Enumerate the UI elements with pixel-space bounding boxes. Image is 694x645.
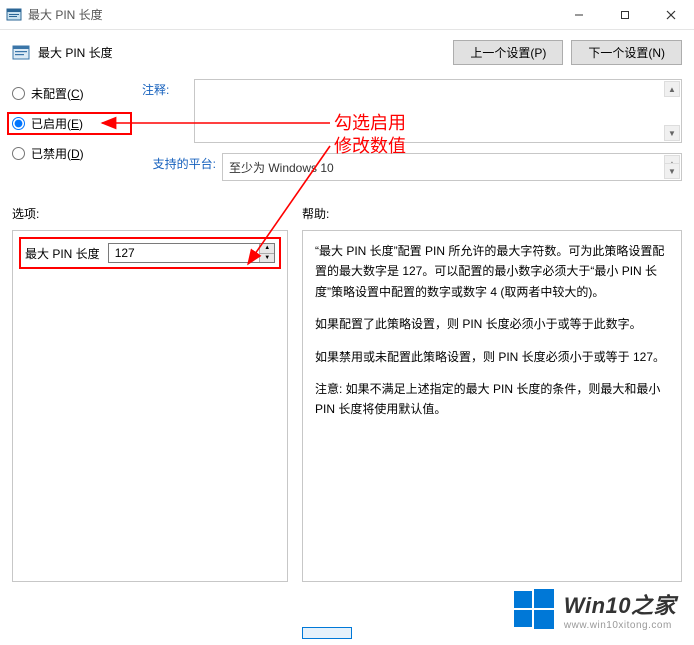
help-label: 帮助:	[302, 205, 329, 222]
scroll-up-icon[interactable]: ▲	[664, 81, 680, 97]
scroll-down-icon[interactable]: ▼	[664, 125, 680, 141]
spinner-down-icon[interactable]: ▼	[260, 254, 274, 263]
minimize-button[interactable]	[556, 0, 602, 29]
max-pin-length-spinner[interactable]: ▲ ▼	[108, 243, 275, 263]
radio-not-configured[interactable]: 未配置(C)	[12, 85, 132, 102]
policy-icon	[12, 44, 30, 62]
radio-enabled[interactable]: 已启用(E)	[12, 115, 127, 132]
help-paragraph: 如果配置了此策略设置，则 PIN 长度必须小于或等于此数字。	[315, 314, 669, 334]
comment-label: 注释:	[142, 79, 188, 98]
options-label: 选项:	[12, 205, 302, 222]
radio-not-configured-input[interactable]	[12, 87, 25, 100]
platform-label: 支持的平台:	[142, 153, 216, 172]
policy-title: 最大 PIN 长度	[38, 44, 453, 61]
watermark: Win10之家 www.win10xitong.com	[512, 587, 676, 631]
header-row: 最大 PIN 长度 上一个设置(P) 下一个设置(N)	[12, 40, 682, 65]
window-title: 最大 PIN 长度	[28, 6, 556, 23]
watermark-title: Win10之家	[564, 588, 676, 620]
close-button[interactable]	[648, 0, 694, 29]
state-radio-group: 未配置(C) 已启用(E) 已禁用(D)	[12, 79, 132, 162]
window-controls	[556, 0, 694, 29]
help-paragraph: 如果禁用或未配置此策略设置，则 PIN 长度必须小于或等于 127。	[315, 347, 669, 367]
options-panel: 最大 PIN 长度 ▲ ▼	[12, 230, 288, 582]
comment-textarea[interactable]: ▲ ▼	[194, 79, 682, 143]
max-pin-length-label: 最大 PIN 长度	[25, 245, 100, 262]
platform-value: 至少为 Windows 10	[229, 159, 334, 176]
radio-disabled[interactable]: 已禁用(D)	[12, 145, 132, 162]
spinner-up-icon[interactable]: ▲	[260, 244, 274, 254]
annotation-highlight-enabled: 已启用(E)	[7, 112, 132, 135]
dialog-button-partial[interactable]	[302, 627, 352, 639]
help-panel: “最大 PIN 长度”配置 PIN 所允许的最大字符数。可为此策略设置配置的最大…	[302, 230, 682, 582]
titlebar: 最大 PIN 长度	[0, 0, 694, 30]
annotation-highlight-spinner: 最大 PIN 长度 ▲ ▼	[19, 237, 281, 269]
help-paragraph: “最大 PIN 长度”配置 PIN 所允许的最大字符数。可为此策略设置配置的最大…	[315, 241, 669, 302]
help-paragraph: 注意: 如果不满足上述指定的最大 PIN 长度的条件，则最大和最小 PIN 长度…	[315, 379, 669, 420]
platform-box: 至少为 Windows 10 ▲ ▼	[222, 153, 682, 181]
maximize-button[interactable]	[602, 0, 648, 29]
radio-disabled-input[interactable]	[12, 147, 25, 160]
windows-logo-icon	[512, 587, 556, 631]
watermark-subtitle: www.win10xitong.com	[564, 620, 676, 631]
previous-setting-button[interactable]: 上一个设置(P)	[453, 40, 563, 65]
next-setting-button[interactable]: 下一个设置(N)	[571, 40, 682, 65]
radio-enabled-input[interactable]	[12, 117, 25, 130]
scroll-down-icon[interactable]: ▼	[664, 163, 680, 179]
app-icon	[6, 7, 22, 23]
max-pin-length-input[interactable]	[109, 244, 260, 262]
